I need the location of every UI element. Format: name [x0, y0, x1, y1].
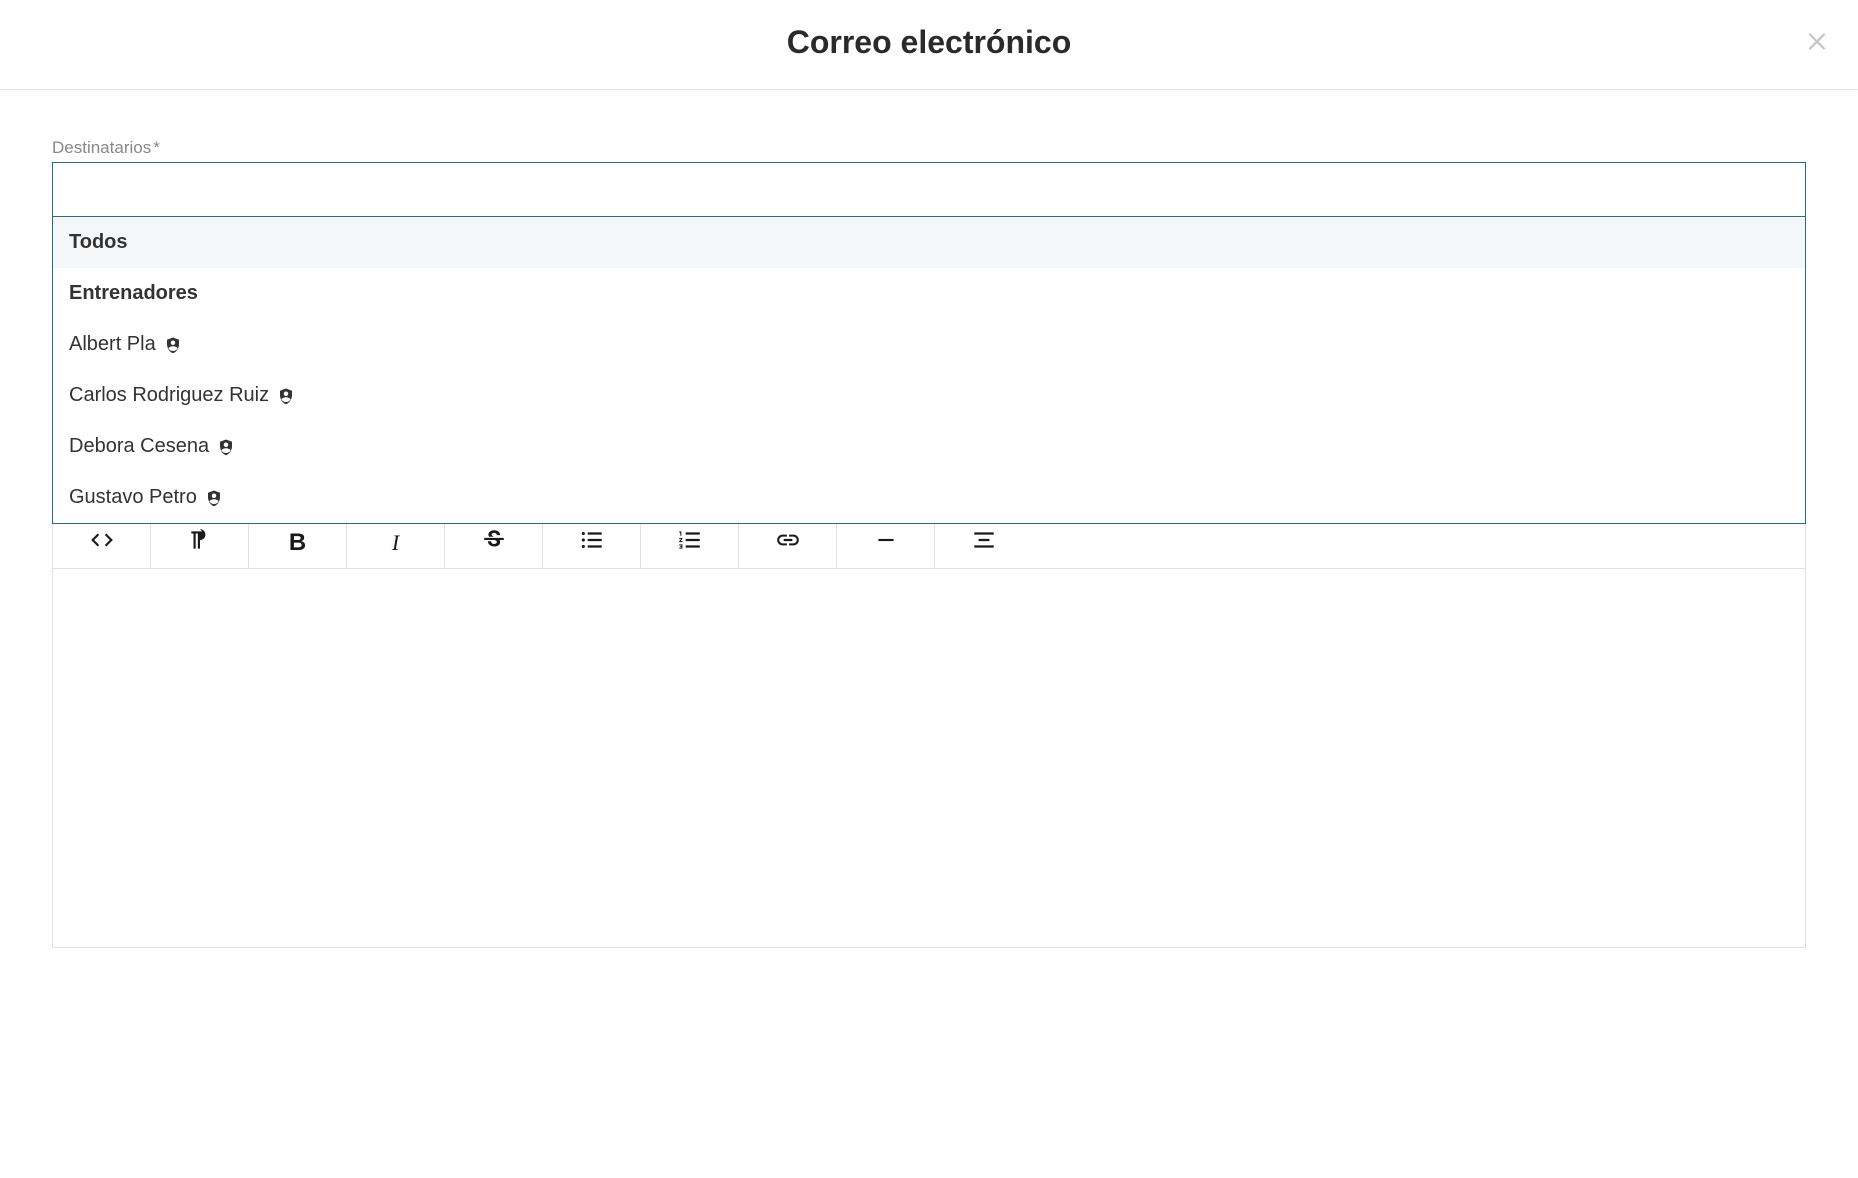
italic-icon: I	[392, 530, 399, 556]
person-badge-icon	[277, 387, 295, 405]
align-button[interactable]	[935, 518, 1033, 568]
bullet-list-icon	[579, 527, 605, 559]
recipient-option-person[interactable]: Gustavo Petro	[53, 472, 1805, 523]
recipients-wrapper: Todos Entrenadores Albert Pla Carlos Rod…	[52, 162, 1806, 217]
strikethrough-button[interactable]	[445, 518, 543, 568]
link-button[interactable]	[739, 518, 837, 568]
ordered-list-button[interactable]	[641, 518, 739, 568]
editor-toolbar: B I	[52, 517, 1806, 568]
person-name: Albert Pla	[69, 333, 156, 356]
paragraph-button[interactable]	[151, 518, 249, 568]
recipients-dropdown: Todos Entrenadores Albert Pla Carlos Rod…	[52, 217, 1806, 524]
italic-button[interactable]: I	[347, 518, 445, 568]
option-all-label: Todos	[69, 231, 128, 254]
recipient-option-all[interactable]: Todos	[53, 217, 1805, 268]
group-header-label: Entrenadores	[69, 282, 198, 305]
modal-header: Correo electrónico	[0, 0, 1858, 90]
recipients-label-text: Destinatarios	[52, 138, 151, 157]
link-icon	[775, 527, 801, 559]
numbered-list-icon	[677, 527, 703, 559]
modal-title: Correo electrónico	[20, 24, 1838, 61]
person-name: Carlos Rodriguez Ruiz	[69, 384, 269, 407]
close-button[interactable]	[1804, 26, 1830, 58]
required-mark: *	[153, 138, 160, 157]
code-icon	[89, 527, 115, 559]
align-icon	[971, 527, 997, 559]
minus-icon	[873, 527, 899, 559]
horizontal-rule-button[interactable]	[837, 518, 935, 568]
close-icon	[1804, 24, 1830, 60]
form-area: Destinatarios* Todos Entrenadores Albert…	[0, 90, 1858, 948]
code-view-button[interactable]	[53, 518, 151, 568]
unordered-list-button[interactable]	[543, 518, 641, 568]
recipient-option-person[interactable]: Albert Pla	[53, 319, 1805, 370]
recipients-label: Destinatarios*	[52, 138, 160, 158]
paragraph-icon	[187, 527, 213, 559]
person-name: Debora Cesena	[69, 435, 209, 458]
person-badge-icon	[217, 438, 235, 456]
recipient-option-person[interactable]: Debora Cesena	[53, 421, 1805, 472]
person-badge-icon	[205, 489, 223, 507]
recipient-group-header[interactable]: Entrenadores	[53, 268, 1805, 319]
person-badge-icon	[164, 336, 182, 354]
editor-body[interactable]	[52, 568, 1806, 948]
recipient-option-person[interactable]: Carlos Rodriguez Ruiz	[53, 370, 1805, 421]
bold-icon: B	[289, 529, 306, 557]
strikethrough-icon	[481, 527, 507, 559]
bold-button[interactable]: B	[249, 518, 347, 568]
recipients-input[interactable]	[52, 162, 1806, 217]
person-name: Gustavo Petro	[69, 486, 197, 509]
